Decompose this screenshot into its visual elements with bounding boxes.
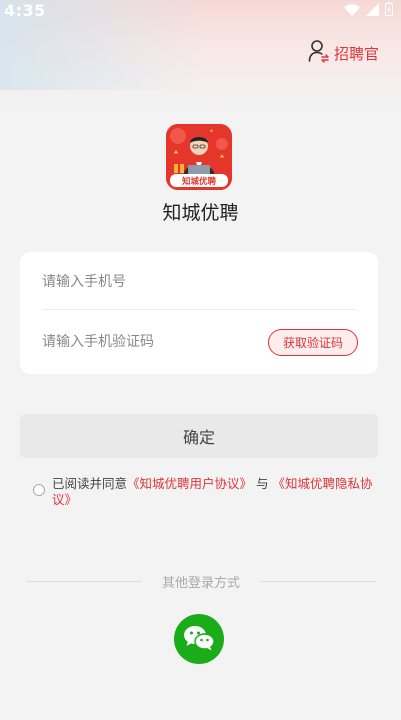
- confirm-button[interactable]: 确定: [20, 414, 378, 458]
- login-form-card: 获取验证码: [20, 252, 378, 374]
- wechat-login-button[interactable]: [174, 614, 224, 664]
- divider-line-left: [26, 581, 142, 582]
- app-name: 知城优聘: [162, 202, 239, 224]
- divider-line-right: [260, 581, 377, 582]
- verification-code-input[interactable]: [42, 334, 252, 350]
- wechat-icon: [183, 624, 215, 655]
- agreement-row: 已阅读并同意《知城优聘用户协议》 与 《知城优聘隐私协议》: [33, 476, 373, 508]
- logo-text: 知城优聘: [182, 176, 217, 187]
- battery-icon: [385, 1, 393, 20]
- status-time: 4:35: [4, 0, 46, 20]
- agreement-prefix: 已阅读并同意: [52, 476, 128, 491]
- switch-recruiter-button[interactable]: 招聘官: [308, 40, 379, 66]
- signal-icon: [366, 1, 379, 20]
- phone-field-row: [42, 254, 356, 310]
- other-login-divider: 其他登录方式: [26, 572, 377, 591]
- wifi-icon: [344, 1, 360, 20]
- recruiter-label: 招聘官: [333, 44, 379, 63]
- status-icons: [344, 1, 393, 20]
- person-switch-icon: [308, 39, 330, 67]
- phone-input[interactable]: [42, 273, 252, 290]
- agreement-connector: 与: [256, 476, 269, 491]
- get-code-button[interactable]: 获取验证码: [267, 328, 358, 356]
- agreement-text: 已阅读并同意《知城优聘用户协议》 与 《知城优聘隐私协议》: [52, 476, 373, 508]
- user-agreement-link[interactable]: 《知城优聘用户协议》: [127, 476, 252, 491]
- agreement-checkbox[interactable]: [33, 484, 45, 496]
- app-logo: 知城优聘: [166, 124, 232, 190]
- code-field-row: 获取验证码: [42, 314, 358, 370]
- status-bar: 4:35: [0, 0, 401, 20]
- other-login-label: 其他登录方式: [162, 576, 241, 591]
